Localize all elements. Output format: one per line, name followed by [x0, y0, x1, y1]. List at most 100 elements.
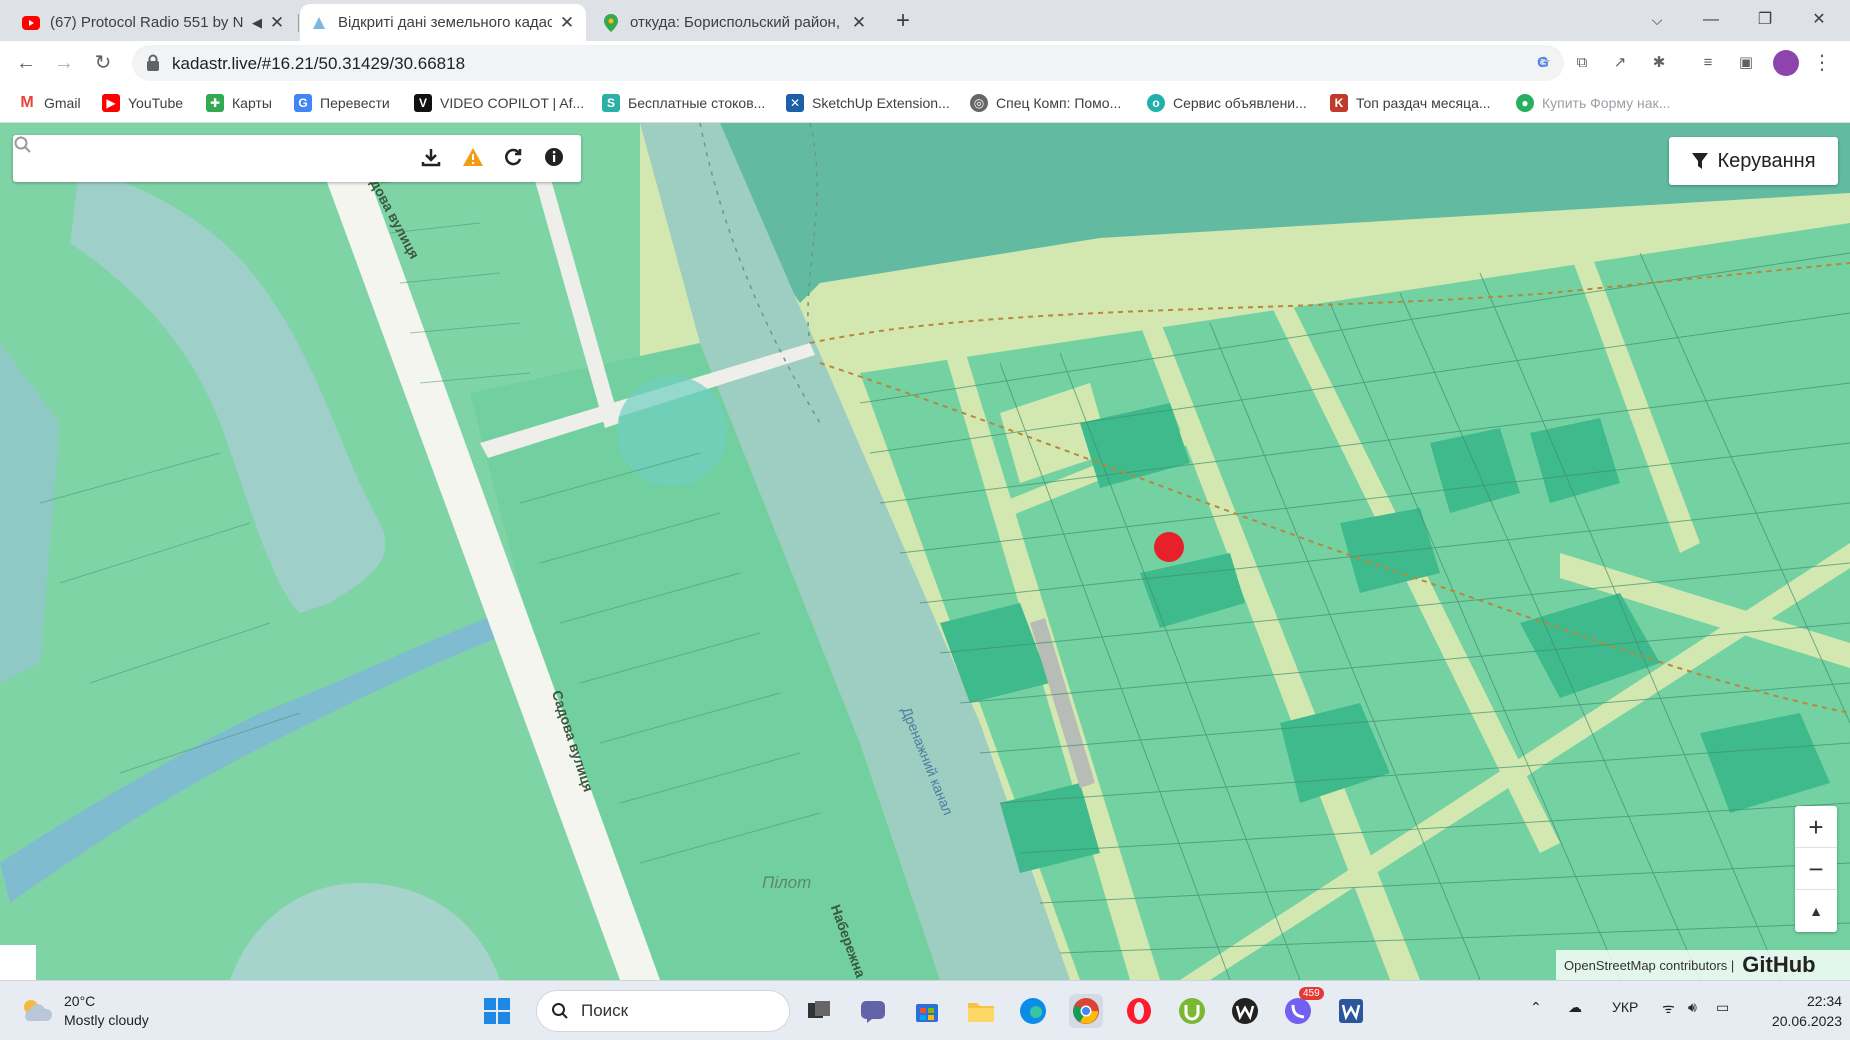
task-view-icon[interactable]: [802, 994, 836, 1028]
info-icon[interactable]: [544, 147, 568, 171]
back-button[interactable]: ←: [12, 49, 40, 77]
weather-temp: 20°C: [64, 993, 96, 1009]
app-w-icon[interactable]: [1228, 994, 1262, 1028]
wifi-icon[interactable]: ᯤ: [1662, 999, 1675, 1018]
tab-maps[interactable]: откуда: Бориспольский район, ✕: [592, 4, 878, 41]
minimize-button[interactable]: —: [1688, 4, 1734, 36]
warning-icon[interactable]: [462, 147, 486, 171]
restore-button[interactable]: ❐: [1742, 4, 1788, 36]
teams-chat-icon[interactable]: [856, 994, 890, 1028]
battery-icon[interactable]: ▭: [1716, 999, 1729, 1016]
osm-attribution-link[interactable]: OpenStreetMap contributors |: [1564, 958, 1734, 973]
map-canvas[interactable]: [0, 123, 1850, 980]
tab-title: откуда: Бориспольский район,: [630, 14, 840, 31]
bookmark-shop[interactable]: ● Купить Форму нак...: [1516, 94, 1670, 112]
compass-button[interactable]: ▲: [1795, 890, 1837, 932]
viber-icon[interactable]: 459: [1281, 987, 1324, 1028]
control-button-label: Керування: [1717, 149, 1816, 172]
download-icon[interactable]: [421, 147, 445, 171]
bookmark-translate[interactable]: G Перевести: [294, 94, 390, 112]
github-link[interactable]: GitHub: [1742, 952, 1815, 978]
scale-box: [0, 945, 36, 980]
store-icon[interactable]: [910, 994, 944, 1028]
bookmark-sketchup[interactable]: ✕ SketchUp Extension...: [786, 94, 950, 112]
opera-icon[interactable]: [1122, 994, 1156, 1028]
bookmark-maps[interactable]: ✚ Карты: [206, 94, 272, 112]
windows-taskbar: 20°C Mostly cloudy Поиск 459 ⌃ ☁ УКР ᯤ 🔊…: [0, 980, 1850, 1040]
forward-button[interactable]: →: [50, 49, 78, 77]
close-window-button[interactable]: ✕: [1796, 4, 1842, 36]
youtube-icon: ▶: [102, 94, 120, 112]
maps-pin-icon: [602, 13, 620, 32]
url-text[interactable]: kadastr.live/#16.21/50.31429/30.66818: [172, 54, 465, 74]
tray-expand-icon[interactable]: ⌃: [1530, 999, 1542, 1016]
bookmarks-bar: M Gmail ▶ YouTube ✚ Карты G Перевести V …: [0, 85, 1850, 123]
speaker-icon[interactable]: ◀: [252, 15, 262, 31]
maps-icon: ✚: [206, 94, 224, 112]
taskbar-search[interactable]: Поиск: [536, 990, 790, 1032]
system-clock[interactable]: 22:34 20.06.2023: [1756, 991, 1842, 1031]
profile-avatar[interactable]: [1773, 50, 1799, 76]
google-icon[interactable]: G: [1531, 51, 1555, 75]
search-icon[interactable]: [13, 135, 33, 155]
bookmark-ads[interactable]: о Сервис объявлени...: [1147, 94, 1307, 112]
close-tab-icon[interactable]: ✕: [268, 13, 286, 33]
bookmark-label: Топ раздач месяца...: [1356, 95, 1491, 111]
reload-button[interactable]: ↻: [89, 49, 117, 77]
gmail-icon: M: [20, 94, 34, 111]
close-tab-icon[interactable]: ✕: [850, 13, 868, 33]
chrome-icon[interactable]: [1069, 994, 1103, 1028]
language-indicator[interactable]: УКР: [1612, 999, 1638, 1015]
cloudy-weather-icon: [24, 1000, 53, 1021]
globe-icon: ◎: [970, 94, 988, 112]
file-explorer-icon[interactable]: [964, 994, 998, 1028]
tab-kadastr[interactable]: Відкриті дані земельного кадас ✕: [300, 4, 586, 41]
bookmark-youtube[interactable]: ▶ YouTube: [102, 94, 183, 112]
filter-icon: [1692, 153, 1709, 169]
sketchup-icon: ✕: [786, 94, 804, 112]
location-accuracy-circle: [617, 376, 727, 486]
side-panel-icon[interactable]: ▣: [1734, 51, 1758, 75]
refresh-icon[interactable]: [503, 147, 527, 171]
weather-desc: Mostly cloudy: [64, 1012, 149, 1028]
address-bar[interactable]: kadastr.live/#16.21/50.31429/30.66818 ☆: [132, 45, 1564, 81]
onedrive-icon[interactable]: ☁: [1568, 999, 1582, 1016]
control-button[interactable]: Керування: [1669, 137, 1838, 185]
cadastral-map[interactable]: Садова вулиця Садова вулиця Дренажний ка…: [0, 123, 1850, 980]
search-input[interactable]: [65, 143, 405, 173]
bookmark-torrent[interactable]: K Топ раздач месяца...: [1330, 94, 1491, 112]
lock-icon[interactable]: [146, 54, 160, 72]
stock-icon: S: [602, 94, 620, 112]
word-icon[interactable]: [1334, 994, 1368, 1028]
tab-strip: (67) Protocol Radio 551 by N ◀ ✕ Відкрит…: [0, 0, 1850, 41]
bookmark-speckomp[interactable]: ◎ Спец Комп: Помо...: [970, 94, 1121, 112]
clock-time: 22:34: [1806, 993, 1842, 1009]
translate-page-icon[interactable]: ⧉: [1570, 51, 1594, 75]
extensions-icon[interactable]: ✱: [1647, 51, 1671, 75]
reading-list-icon[interactable]: ≡: [1696, 51, 1720, 75]
bookmark-stock[interactable]: S Бесплатные стоков...: [602, 94, 765, 112]
edge-icon[interactable]: [1016, 994, 1050, 1028]
share-icon[interactable]: ↗: [1608, 51, 1632, 75]
zoom-out-button[interactable]: −: [1795, 848, 1837, 890]
browser-menu-icon[interactable]: ⋮: [1812, 49, 1832, 77]
zoom-controls: + − ▲: [1795, 806, 1837, 932]
torrent-icon: K: [1330, 94, 1348, 112]
tab-search-button[interactable]: ⌵: [1634, 4, 1680, 36]
weather-widget[interactable]: 20°C Mostly cloudy: [20, 992, 149, 1030]
utorrent-icon[interactable]: [1175, 994, 1209, 1028]
windows-start-icon[interactable]: [480, 994, 514, 1028]
viber-badge: 459: [1299, 987, 1324, 1000]
clock-date: 20.06.2023: [1771, 1013, 1842, 1029]
bookmark-gmail[interactable]: M Gmail: [18, 94, 80, 112]
zoom-in-button[interactable]: +: [1795, 806, 1837, 848]
location-marker[interactable]: [1154, 532, 1184, 562]
tab-youtube[interactable]: (67) Protocol Radio 551 by N ◀ ✕: [12, 4, 296, 41]
bookmark-label: SketchUp Extension...: [812, 95, 950, 111]
translate-icon: G: [294, 94, 312, 112]
bookmark-videocopilot[interactable]: V VIDEO COPILOT | Af...: [414, 94, 584, 112]
taskbar-search-label: Поиск: [581, 1001, 629, 1020]
close-tab-icon[interactable]: ✕: [558, 13, 576, 33]
new-tab-button[interactable]: +: [889, 8, 917, 36]
volume-icon[interactable]: 🔊︎: [1688, 999, 1697, 1016]
